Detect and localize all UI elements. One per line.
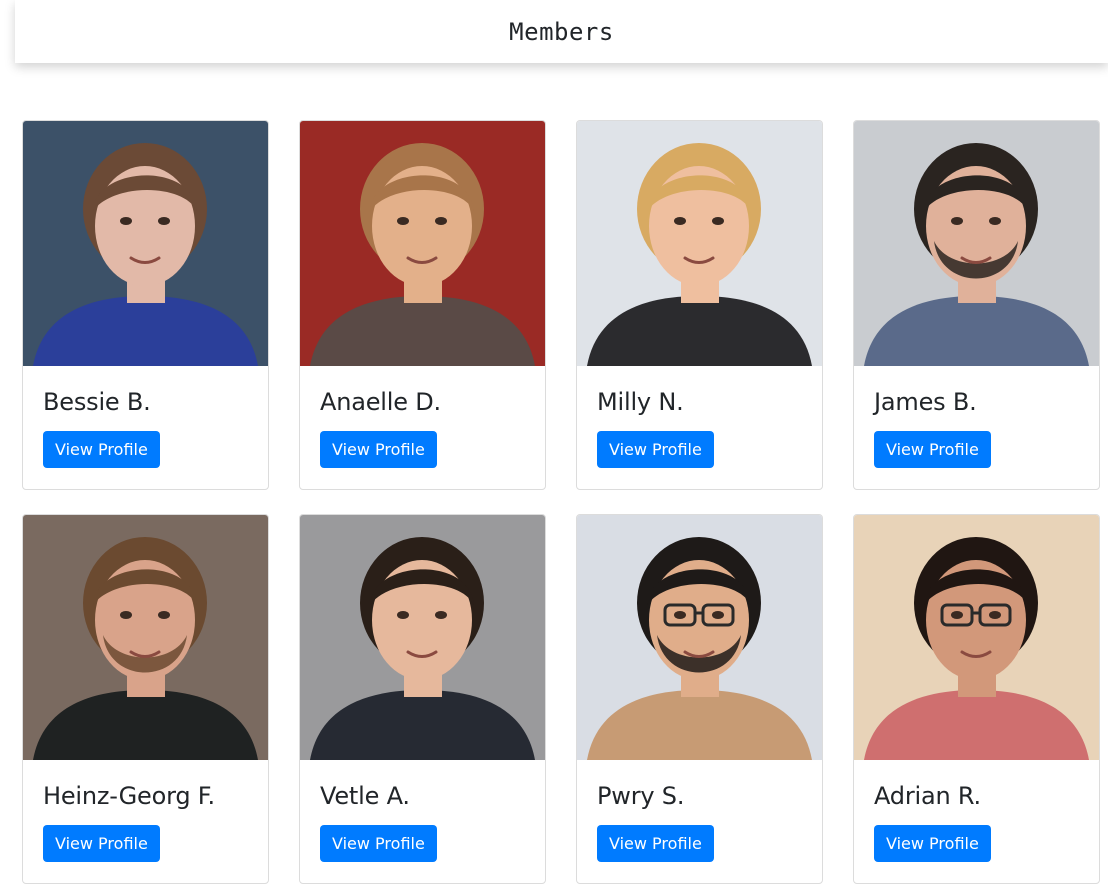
view-profile-button[interactable]: View Profile [320,431,437,468]
members-grid: Bessie B. View Profile Anaelle D. View P… [22,120,1100,884]
portrait-image [300,121,545,366]
member-name: Anaelle D. [320,388,441,416]
portrait-image [23,515,268,760]
view-profile-button[interactable]: View Profile [43,431,160,468]
card-body: Anaelle D. View Profile [300,390,545,468]
portrait-image [854,121,1099,366]
member-photo [577,515,822,760]
member-card: Milly N. View Profile [576,120,823,490]
view-profile-button[interactable]: View Profile [597,431,714,468]
member-card: James B. View Profile [853,120,1100,490]
member-card: Heinz-Georg F. View Profile [22,514,269,884]
page-title: Members [509,17,614,46]
member-card: Bessie B. View Profile [22,120,269,490]
member-name: James B. [874,388,977,416]
card-body: Bessie B. View Profile [23,390,268,468]
card-body: Adrian R. View Profile [854,784,1099,862]
portrait-image [854,515,1099,760]
card-body: Heinz-Georg F. View Profile [23,784,268,862]
view-profile-button[interactable]: View Profile [43,825,160,862]
member-name: Adrian R. [874,782,981,810]
view-profile-button[interactable]: View Profile [320,825,437,862]
portrait-image [23,121,268,366]
member-photo [577,121,822,366]
card-body: Milly N. View Profile [577,390,822,468]
member-card: Adrian R. View Profile [853,514,1100,884]
member-photo [23,121,268,366]
portrait-image [300,515,545,760]
member-photo [23,515,268,760]
member-photo [854,515,1099,760]
view-profile-button[interactable]: View Profile [874,825,991,862]
member-name: Heinz-Georg F. [43,782,215,810]
view-profile-button[interactable]: View Profile [874,431,991,468]
card-body: Pwry S. View Profile [577,784,822,862]
portrait-image [577,121,822,366]
member-photo [300,121,545,366]
member-name: Pwry S. [597,782,685,810]
member-name: Bessie B. [43,388,151,416]
member-card: Pwry S. View Profile [576,514,823,884]
member-card: Anaelle D. View Profile [299,120,546,490]
card-body: Vetle A. View Profile [300,784,545,862]
member-photo [300,515,545,760]
card-body: James B. View Profile [854,390,1099,468]
member-photo [854,121,1099,366]
view-profile-button[interactable]: View Profile [597,825,714,862]
member-name: Milly N. [597,388,684,416]
member-name: Vetle A. [320,782,410,810]
portrait-image [577,515,822,760]
page-header: Members [15,0,1108,63]
member-card: Vetle A. View Profile [299,514,546,884]
